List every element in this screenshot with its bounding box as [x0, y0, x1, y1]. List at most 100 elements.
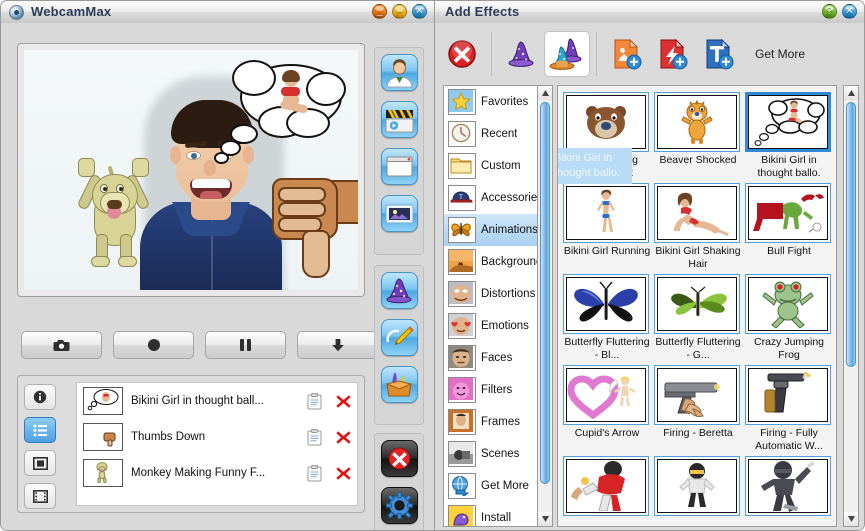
scroll-down-arrow[interactable] — [538, 512, 552, 526]
add-flash-button[interactable] — [649, 31, 695, 77]
toolbar-separator — [596, 31, 597, 76]
list-item[interactable]: Monkey Making Funny F... — [77, 455, 357, 491]
snapshot-button[interactable] — [21, 331, 102, 359]
effect-cell[interactable] — [563, 456, 651, 526]
pause-button[interactable] — [205, 331, 286, 359]
category-label: Get More — [481, 480, 529, 492]
red-x-icon[interactable] — [336, 394, 351, 409]
video-source-button[interactable] — [381, 101, 418, 138]
effect-label: Firing - Beretta — [663, 427, 733, 439]
effect-cell[interactable]: Butterfly Fluttering - Bl... — [563, 274, 651, 362]
webcammax-application: WebcamMax _ – ✕ Bikini Girl in thought b… — [0, 0, 865, 531]
close-button[interactable]: ✕ — [412, 4, 427, 19]
effect-cell[interactable]: Crazy Jumping Frog — [745, 274, 833, 362]
settings-button[interactable] — [381, 487, 418, 524]
add-picture-button[interactable] — [603, 31, 649, 77]
category-item-favorites[interactable]: Favorites — [444, 86, 552, 118]
scroll-up-arrow[interactable] — [844, 86, 858, 100]
effect-cell[interactable]: Bikini Girl Running — [563, 183, 651, 271]
heart-eyes-icon — [448, 313, 476, 339]
film-toggle[interactable] — [24, 483, 56, 509]
effect-cell[interactable]: Cupid's Arrow — [563, 365, 651, 453]
thumbs-down-effect — [268, 178, 358, 278]
add-text-button[interactable] — [695, 31, 741, 77]
effect-cell-selected[interactable]: Bikini Girl in thought ballo. Bikini Gir… — [558, 92, 833, 184]
desktop-source-button[interactable] — [381, 148, 418, 185]
effect-label: Firing - Fully Automatic W... — [755, 427, 823, 452]
category-scroll-thumb[interactable] — [540, 102, 550, 484]
effects-toolbar: Get More — [439, 25, 862, 82]
webcam-preview[interactable] — [24, 50, 358, 290]
clear-effects-button[interactable] — [381, 440, 418, 477]
effect-cell[interactable]: Firing - Fully Automatic W... — [745, 365, 833, 453]
category-item-custom[interactable]: Custom — [444, 150, 552, 182]
effect-label: Crazy Jumping Frog — [753, 336, 825, 361]
category-scrollbar[interactable] — [537, 85, 553, 527]
help-button[interactable]: ? — [822, 4, 837, 19]
red-x-icon[interactable] — [336, 430, 351, 445]
effect-cell[interactable]: Bull Fight — [745, 183, 833, 271]
heart-cupid-icon — [566, 368, 646, 422]
red-x-icon[interactable] — [336, 466, 351, 481]
my-effects-button[interactable] — [381, 366, 418, 403]
list-toggle[interactable] — [24, 417, 56, 443]
list-item[interactable]: Bikini Girl in thought ball... — [77, 383, 357, 419]
scroll-up-arrow[interactable] — [538, 86, 552, 100]
clipboard-icon[interactable] — [307, 464, 322, 482]
category-label: Install — [481, 512, 512, 524]
category-item-faces[interactable]: Faces — [444, 342, 552, 374]
clipboard-icon[interactable] — [307, 428, 322, 446]
picture-toggle[interactable] — [24, 450, 56, 476]
effect-cell[interactable]: Bikini Girl Shaking Hair — [654, 183, 742, 271]
category-label: Filters — [481, 384, 513, 396]
effects-scroll-thumb[interactable] — [846, 102, 856, 367]
svg-text:T: T — [459, 195, 463, 201]
category-item-get-more[interactable]: Get More — [444, 470, 552, 502]
close-button[interactable]: ✕ — [842, 4, 857, 19]
category-item-recent[interactable]: Recent — [444, 118, 552, 150]
clipboard-icon[interactable] — [307, 392, 322, 410]
applied-effects-list[interactable]: Bikini Girl in thought ball... Thumbs Do… — [76, 382, 358, 506]
add-effects-window: Add Effects ? ✕ Get More Favorites Recen… — [434, 0, 865, 531]
info-toggle[interactable] — [24, 384, 56, 410]
multi-effect-button[interactable] — [544, 30, 590, 77]
maximize-button[interactable]: – — [392, 4, 407, 19]
clock-icon — [448, 121, 476, 147]
cap-icon: T — [448, 185, 476, 211]
category-label: Recent — [481, 128, 518, 140]
effect-cell[interactable]: Beaver Shocked — [654, 92, 742, 180]
effects-scrollbar[interactable] — [843, 85, 859, 527]
get-more-link[interactable]: Get More — [755, 47, 805, 61]
category-label: Favorites — [481, 96, 529, 108]
minimize-button[interactable]: _ — [372, 4, 387, 19]
category-item-filters[interactable]: Filters — [444, 374, 552, 406]
single-effect-button[interactable] — [498, 31, 544, 77]
category-item-emotions[interactable]: Emotions — [444, 310, 552, 342]
effect-label: Bikini Girl Running — [563, 245, 651, 257]
category-item-animations[interactable]: Animations — [444, 214, 552, 246]
record-button[interactable] — [113, 331, 194, 359]
remove-all-effects-button[interactable] — [439, 31, 485, 77]
effect-cell[interactable]: Butterfly Fluttering - G... — [654, 274, 742, 362]
frame-icon — [448, 409, 476, 435]
picture-source-button[interactable] — [381, 195, 418, 232]
save-button[interactable] — [297, 331, 378, 359]
category-item-install[interactable]: Install — [444, 502, 552, 526]
category-item-backgrounds[interactable]: Backgrounds — [444, 246, 552, 278]
effect-cell[interactable] — [745, 456, 833, 526]
effect-cell[interactable]: Firing - Beretta — [654, 365, 742, 453]
effects-grid-container[interactable]: Bear Sticking Tongue out Beaver Shocked … — [557, 85, 837, 527]
category-item-accessories[interactable]: T Accessories — [444, 182, 552, 214]
doodle-button[interactable] — [381, 319, 418, 356]
category-item-frames[interactable]: Frames — [444, 406, 552, 438]
effects-button[interactable] — [381, 272, 418, 309]
list-item[interactable]: Thumbs Down — [77, 419, 357, 455]
category-item-scenes[interactable]: Scenes — [444, 438, 552, 470]
effect-cell[interactable] — [654, 456, 742, 526]
category-item-distortions[interactable]: Distortions — [444, 278, 552, 310]
category-label: Custom — [481, 160, 521, 172]
thought-bubble-large-icon — [230, 124, 258, 144]
webcam-source-button[interactable] — [381, 54, 418, 91]
scroll-down-arrow[interactable] — [844, 512, 858, 526]
bear-icon — [566, 95, 646, 149]
